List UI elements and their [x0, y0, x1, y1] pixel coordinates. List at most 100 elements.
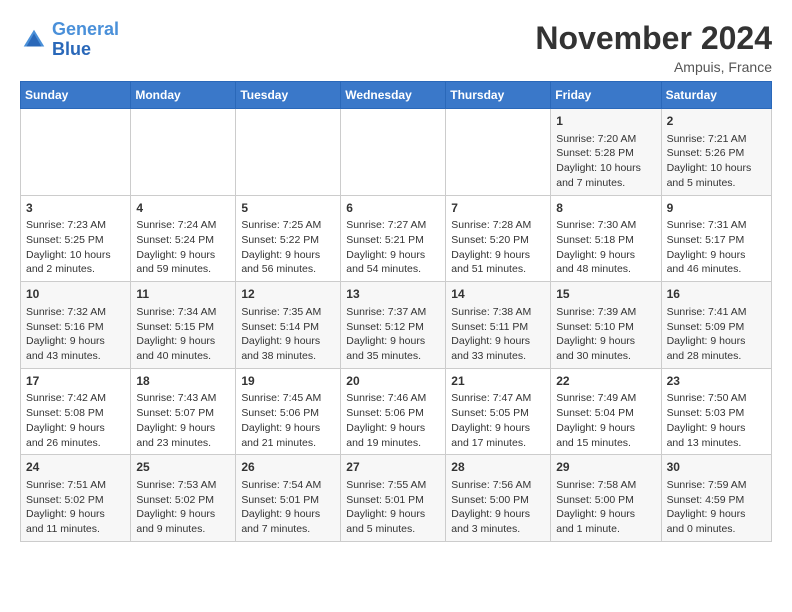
day-number: 11	[136, 286, 230, 303]
day-number: 29	[556, 459, 655, 476]
day-info: Sunrise: 7:54 AM Sunset: 5:01 PM Dayligh…	[241, 478, 335, 537]
day-info: Sunrise: 7:46 AM Sunset: 5:06 PM Dayligh…	[346, 391, 440, 450]
day-cell: 3Sunrise: 7:23 AM Sunset: 5:25 PM Daylig…	[21, 195, 131, 282]
day-info: Sunrise: 7:24 AM Sunset: 5:24 PM Dayligh…	[136, 218, 230, 277]
day-number: 12	[241, 286, 335, 303]
day-number: 18	[136, 373, 230, 390]
day-info: Sunrise: 7:25 AM Sunset: 5:22 PM Dayligh…	[241, 218, 335, 277]
day-number: 15	[556, 286, 655, 303]
weekday-header-tuesday: Tuesday	[236, 82, 341, 109]
day-cell: 17Sunrise: 7:42 AM Sunset: 5:08 PM Dayli…	[21, 368, 131, 455]
day-number: 20	[346, 373, 440, 390]
day-number: 27	[346, 459, 440, 476]
day-number: 4	[136, 200, 230, 217]
day-number: 6	[346, 200, 440, 217]
day-number: 8	[556, 200, 655, 217]
day-cell: 27 Sunrise: 7:55 AM Sunset: 5:01 PM Dayli…	[341, 455, 446, 542]
weekday-header-monday: Monday	[131, 82, 236, 109]
day-number: 22	[556, 373, 655, 390]
day-info: Sunrise: 7:58 AM Sunset: 5:00 PM Dayligh…	[556, 478, 655, 537]
day-cell	[446, 109, 551, 196]
day-info: Sunrise: 7:47 AM Sunset: 5:05 PM Dayligh…	[451, 391, 545, 450]
month-title: November 2024	[535, 20, 772, 57]
logo: General Blue	[20, 20, 119, 60]
day-cell: 18Sunrise: 7:43 AM Sunset: 5:07 PM Dayli…	[131, 368, 236, 455]
day-info: Sunrise: 7:38 AM Sunset: 5:11 PM Dayligh…	[451, 305, 545, 364]
day-cell: 15 Sunrise: 7:39 AM Sunset: 5:10 PM Dayli…	[551, 282, 661, 369]
day-info: Sunrise: 7:59 AM Sunset: 4:59 PM Dayligh…	[667, 478, 766, 537]
weekday-header-sunday: Sunday	[21, 82, 131, 109]
day-cell: 4Sunrise: 7:24 AM Sunset: 5:24 PM Daylig…	[131, 195, 236, 282]
day-number: 16	[667, 286, 766, 303]
day-number: 30	[667, 459, 766, 476]
day-info: Sunrise: 7:56 AM Sunset: 5:00 PM Dayligh…	[451, 478, 545, 537]
day-number: 2	[667, 113, 766, 130]
calendar-table: SundayMondayTuesdayWednesdayThursdayFrid…	[20, 81, 772, 542]
week-row-4: 17Sunrise: 7:42 AM Sunset: 5:08 PM Dayli…	[21, 368, 772, 455]
day-cell	[21, 109, 131, 196]
day-cell: 19Sunrise: 7:45 AM Sunset: 5:06 PM Dayli…	[236, 368, 341, 455]
day-number: 26	[241, 459, 335, 476]
day-cell: 14 Sunrise: 7:38 AM Sunset: 5:11 PM Dayli…	[446, 282, 551, 369]
day-info: Sunrise: 7:55 AM Sunset: 5:01 PM Dayligh…	[346, 478, 440, 537]
day-info: Sunrise: 7:31 AM Sunset: 5:17 PM Dayligh…	[667, 218, 766, 277]
day-number: 17	[26, 373, 125, 390]
day-info: Sunrise: 7:51 AM Sunset: 5:02 PM Dayligh…	[26, 478, 125, 537]
day-cell	[341, 109, 446, 196]
day-info: Sunrise: 7:21 AM Sunset: 5:26 PM Dayligh…	[667, 132, 766, 191]
day-cell: 13Sunrise: 7:37 AM Sunset: 5:12 PM Dayli…	[341, 282, 446, 369]
day-number: 5	[241, 200, 335, 217]
week-row-3: 10 Sunrise: 7:32 AM Sunset: 5:16 PM Dayli…	[21, 282, 772, 369]
weekday-header-thursday: Thursday	[446, 82, 551, 109]
day-cell: 7Sunrise: 7:28 AM Sunset: 5:20 PM Daylig…	[446, 195, 551, 282]
day-info: Sunrise: 7:32 AM Sunset: 5:16 PM Dayligh…	[26, 305, 125, 364]
day-info: Sunrise: 7:39 AM Sunset: 5:10 PM Dayligh…	[556, 305, 655, 364]
week-row-2: 3Sunrise: 7:23 AM Sunset: 5:25 PM Daylig…	[21, 195, 772, 282]
day-number: 9	[667, 200, 766, 217]
weekday-header-friday: Friday	[551, 82, 661, 109]
day-cell	[236, 109, 341, 196]
day-cell: 12Sunrise: 7:35 AM Sunset: 5:14 PM Dayli…	[236, 282, 341, 369]
day-cell: 8Sunrise: 7:30 AM Sunset: 5:18 PM Daylig…	[551, 195, 661, 282]
day-cell: 24 Sunrise: 7:51 AM Sunset: 5:02 PM Dayli…	[21, 455, 131, 542]
day-number: 10	[26, 286, 125, 303]
day-info: Sunrise: 7:20 AM Sunset: 5:28 PM Dayligh…	[556, 132, 655, 191]
day-info: Sunrise: 7:37 AM Sunset: 5:12 PM Dayligh…	[346, 305, 440, 364]
day-info: Sunrise: 7:23 AM Sunset: 5:25 PM Dayligh…	[26, 218, 125, 277]
weekday-header-wednesday: Wednesday	[341, 82, 446, 109]
weekday-header-row: SundayMondayTuesdayWednesdayThursdayFrid…	[21, 82, 772, 109]
day-info: Sunrise: 7:42 AM Sunset: 5:08 PM Dayligh…	[26, 391, 125, 450]
calendar-body: 1Sunrise: 7:20 AM Sunset: 5:28 PM Daylig…	[21, 109, 772, 542]
logo-icon	[20, 26, 48, 54]
location: Ampuis, France	[535, 59, 772, 75]
day-cell: 9Sunrise: 7:31 AM Sunset: 5:17 PM Daylig…	[661, 195, 771, 282]
day-cell: 20Sunrise: 7:46 AM Sunset: 5:06 PM Dayli…	[341, 368, 446, 455]
day-info: Sunrise: 7:53 AM Sunset: 5:02 PM Dayligh…	[136, 478, 230, 537]
day-cell: 23Sunrise: 7:50 AM Sunset: 5:03 PM Dayli…	[661, 368, 771, 455]
day-cell: 29 Sunrise: 7:58 AM Sunset: 5:00 PM Dayli…	[551, 455, 661, 542]
day-number: 24	[26, 459, 125, 476]
day-number: 28	[451, 459, 545, 476]
day-cell: 25 Sunrise: 7:53 AM Sunset: 5:02 PM Dayli…	[131, 455, 236, 542]
day-number: 25	[136, 459, 230, 476]
day-number: 7	[451, 200, 545, 217]
week-row-1: 1Sunrise: 7:20 AM Sunset: 5:28 PM Daylig…	[21, 109, 772, 196]
day-cell: 11 Sunrise: 7:34 AM Sunset: 5:15 PM Dayli…	[131, 282, 236, 369]
day-number: 21	[451, 373, 545, 390]
day-number: 23	[667, 373, 766, 390]
day-info: Sunrise: 7:27 AM Sunset: 5:21 PM Dayligh…	[346, 218, 440, 277]
day-number: 14	[451, 286, 545, 303]
day-cell: 30 Sunrise: 7:59 AM Sunset: 4:59 PM Dayli…	[661, 455, 771, 542]
day-info: Sunrise: 7:34 AM Sunset: 5:15 PM Dayligh…	[136, 305, 230, 364]
title-area: November 2024 Ampuis, France	[535, 20, 772, 75]
day-info: Sunrise: 7:50 AM Sunset: 5:03 PM Dayligh…	[667, 391, 766, 450]
day-cell: 22Sunrise: 7:49 AM Sunset: 5:04 PM Dayli…	[551, 368, 661, 455]
day-cell: 10 Sunrise: 7:32 AM Sunset: 5:16 PM Dayli…	[21, 282, 131, 369]
day-number: 19	[241, 373, 335, 390]
day-cell: 1Sunrise: 7:20 AM Sunset: 5:28 PM Daylig…	[551, 109, 661, 196]
day-info: Sunrise: 7:28 AM Sunset: 5:20 PM Dayligh…	[451, 218, 545, 277]
day-cell: 5Sunrise: 7:25 AM Sunset: 5:22 PM Daylig…	[236, 195, 341, 282]
day-info: Sunrise: 7:45 AM Sunset: 5:06 PM Dayligh…	[241, 391, 335, 450]
day-info: Sunrise: 7:41 AM Sunset: 5:09 PM Dayligh…	[667, 305, 766, 364]
day-cell: 26 Sunrise: 7:54 AM Sunset: 5:01 PM Dayli…	[236, 455, 341, 542]
